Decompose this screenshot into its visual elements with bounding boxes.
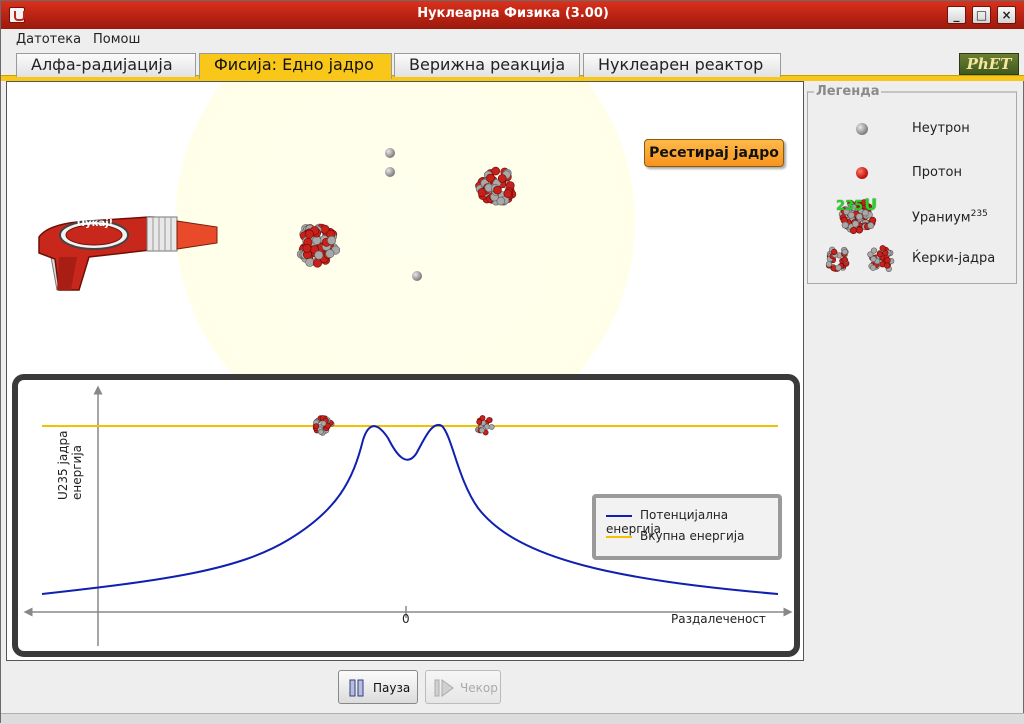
neutron-gun-icon[interactable]	[29, 195, 219, 295]
neutron-ball	[855, 213, 863, 221]
menu-help[interactable]: Помош	[93, 32, 140, 47]
potential-swatch	[606, 514, 632, 517]
x-axis-label: Раздалеченост	[671, 612, 766, 626]
window-title: Нуклеарна Физика (3.00)	[417, 6, 609, 21]
pause-label: Пауза	[373, 681, 411, 695]
proton-ball	[884, 257, 891, 264]
total-label: Вкупна енергија	[640, 529, 745, 543]
graph-nucleus-icon	[312, 415, 335, 436]
step-icon	[434, 679, 454, 697]
proton-ball	[850, 226, 858, 234]
proton-ball	[497, 174, 507, 183]
maximize-button[interactable]: □	[972, 6, 991, 24]
proton-ball	[831, 248, 838, 255]
legend-uranium-label: Ураниум235	[912, 209, 988, 225]
proton-ball	[855, 226, 863, 234]
daughter-nucleus-icon	[296, 223, 341, 268]
y-axis-label: U235 јадра енергија	[56, 410, 96, 500]
neutron-particle	[412, 271, 422, 281]
step-button[interactable]: Чекор	[425, 670, 501, 704]
neutron-ball	[870, 264, 877, 271]
reset-nucleus-button[interactable]: Ресетирај јадро	[644, 139, 784, 167]
daughter-nucleus-icon	[475, 166, 517, 206]
uranium-label-sup: 235	[970, 209, 988, 219]
neutron-ball	[835, 264, 842, 271]
minimize-button[interactable]: _	[947, 6, 966, 24]
menu-bar: Датотека Помош	[1, 29, 1024, 51]
uranium-badge: 235U	[836, 195, 877, 214]
legend-title: Легенда	[814, 84, 882, 99]
tab-nuclear-reactor[interactable]: Нуклеарен реактор	[583, 53, 781, 77]
proton-ball	[841, 256, 848, 263]
legend-neutron-label: Неутрон	[912, 121, 970, 136]
neutron-ball	[867, 221, 875, 229]
y-axis-label-line2: енергија	[70, 444, 84, 500]
daughter-nucleus-icon	[867, 245, 895, 273]
uranium-badge-letter: U	[864, 195, 878, 214]
proton-ball	[302, 243, 312, 253]
graph-legend: Потенцијална енергија Вкупна енергија	[592, 494, 782, 560]
proton-ball	[493, 185, 502, 195]
legend-total-energy: Вкупна енергија	[606, 529, 744, 543]
proton-ball	[312, 258, 322, 268]
proton-icon	[856, 167, 868, 179]
tab-chain-reaction[interactable]: Верижна реакција	[394, 53, 580, 77]
neutron-ball	[870, 255, 877, 263]
app-window: Нуклеарна Физика (3.00) _ □ × Датотека П…	[0, 0, 1024, 724]
proton-ball	[486, 417, 493, 423]
uranium-label-text: Ураниум	[912, 210, 971, 226]
close-button[interactable]: ×	[997, 6, 1016, 24]
legend-box: Легенда Неутрон Протон 235U Ураниум235 Ќ…	[807, 84, 1017, 284]
neutron-ball	[317, 428, 324, 435]
neutron-ball	[488, 424, 495, 430]
neutron-ball	[841, 248, 848, 255]
neutron-ball	[312, 235, 322, 245]
proton-ball	[876, 251, 883, 258]
tab-alpha-radiation[interactable]: Алфа-радијација	[16, 53, 196, 77]
neutron-ball	[851, 220, 859, 228]
bottom-border	[1, 713, 1024, 724]
tab-fission-one-nucleus[interactable]: Фисија: Едно јадро	[199, 53, 392, 79]
neutron-ball	[478, 427, 485, 434]
neutron-ball	[305, 257, 315, 267]
proton-ball	[313, 423, 320, 429]
neutron-ball	[841, 221, 849, 229]
neutron-ball	[314, 250, 324, 260]
x-axis-zero-label: 0	[402, 612, 410, 626]
daughter-nucleus-icon	[825, 246, 850, 272]
energy-graph: U235 јадра енергија 0 Раздалеченост Поте…	[12, 374, 800, 657]
total-swatch	[606, 535, 632, 538]
step-label: Чекор	[460, 681, 498, 695]
neutron-particle	[385, 148, 395, 158]
neutron-ball	[825, 261, 833, 268]
phet-logo[interactable]: PhET	[959, 53, 1019, 75]
proton-ball	[882, 250, 889, 257]
menu-file[interactable]: Датотека	[16, 32, 81, 47]
fire-button[interactable]: Пукај!	[66, 218, 124, 229]
pause-icon	[349, 679, 364, 697]
y-axis-label-line1: U235 јадра	[56, 430, 70, 500]
neutron-ball	[870, 247, 878, 254]
proton-ball	[476, 419, 483, 425]
simulation-canvas[interactable]: Ресетирај јадро Пукај! U235 јадра енерги…	[6, 81, 804, 661]
neutron-icon	[856, 123, 868, 135]
proton-ball	[304, 229, 314, 239]
neutron-particle	[385, 167, 395, 177]
proton-ball	[486, 173, 495, 183]
neutron-ball	[320, 420, 327, 427]
proton-ball	[491, 166, 501, 176]
uranium-badge-number: 235	[836, 199, 864, 214]
pause-button[interactable]: Пауза	[338, 670, 418, 704]
proton-ball	[884, 262, 891, 269]
tab-strip: Алфа-радијација Фисија: Едно јадро Вериж…	[1, 51, 1024, 81]
neutron-ball	[325, 249, 335, 259]
proton-ball	[503, 189, 513, 198]
legend-panel: Легенда Неутрон Протон 235U Ураниум235 Ќ…	[807, 81, 1018, 713]
title-bar[interactable]: Нуклеарна Физика (3.00) _ □ ×	[1, 1, 1024, 29]
legend-daughter-label: Ќерки-јадра	[912, 251, 996, 266]
neutron-ball	[327, 235, 337, 245]
legend-proton-label: Протон	[912, 165, 963, 180]
